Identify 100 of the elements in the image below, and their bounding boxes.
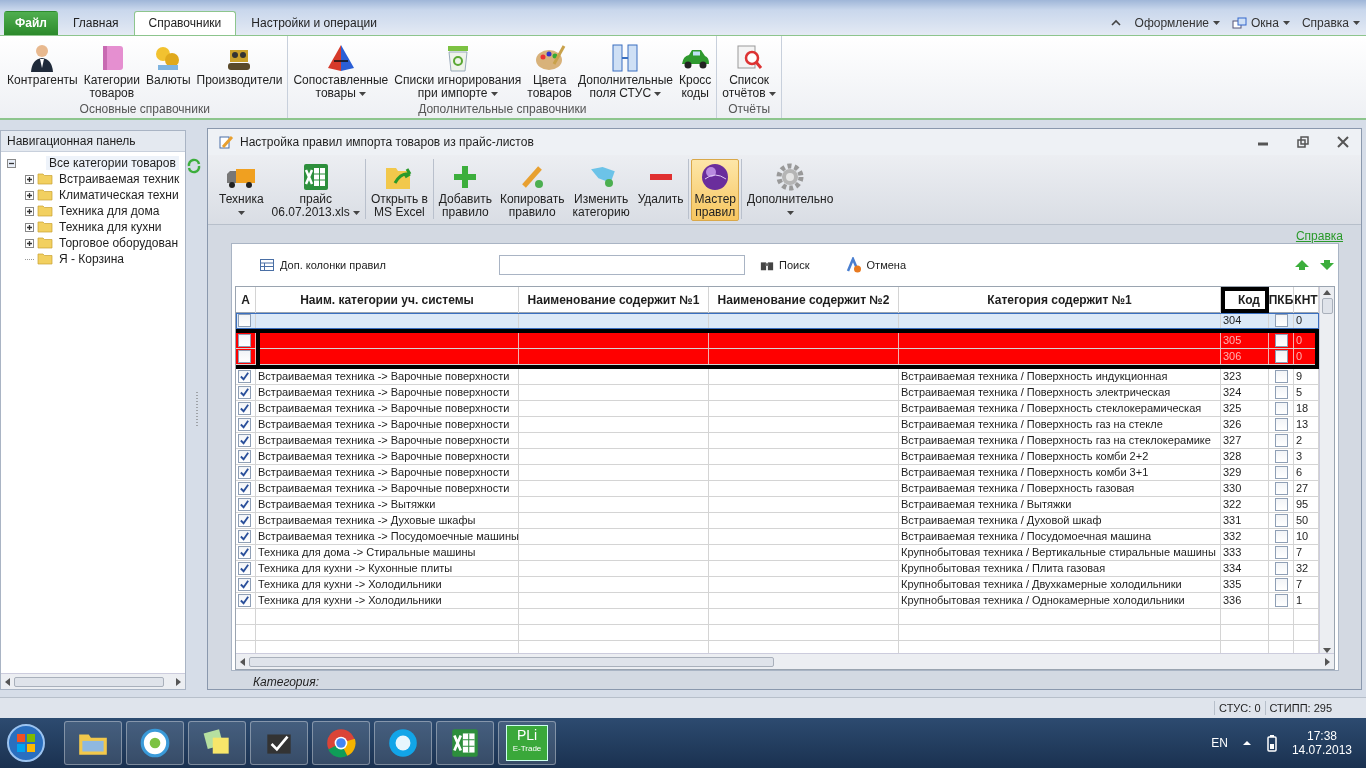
start-button[interactable] bbox=[6, 723, 46, 763]
ribbon-button[interactable]: Цвета товаров bbox=[524, 40, 575, 102]
checkbox[interactable] bbox=[1274, 482, 1288, 495]
checkbox[interactable] bbox=[238, 514, 251, 527]
tree-item[interactable]: Встраиваемая техник bbox=[56, 172, 183, 186]
collapse-icon[interactable] bbox=[7, 158, 16, 168]
toolbar-button[interactable]: прайс 06.07.2013.xls bbox=[268, 159, 363, 221]
checkbox[interactable] bbox=[238, 334, 251, 347]
checkbox[interactable] bbox=[1274, 350, 1288, 363]
search-field[interactable] bbox=[498, 255, 746, 275]
toolbar-button[interactable]: Открыть в MS Excel bbox=[368, 159, 431, 221]
checkbox[interactable] bbox=[238, 466, 251, 479]
table-cell: 335 bbox=[1221, 577, 1269, 592]
toolbar-button[interactable]: Копировать правило bbox=[496, 159, 568, 221]
restore-icon[interactable] bbox=[1295, 134, 1311, 150]
checkbox[interactable] bbox=[1274, 402, 1288, 415]
checkbox[interactable] bbox=[1274, 434, 1288, 447]
checkbox[interactable] bbox=[1274, 450, 1288, 463]
menu-tab[interactable]: Справочники bbox=[133, 11, 237, 35]
checkbox[interactable] bbox=[238, 314, 251, 327]
checkbox[interactable] bbox=[238, 350, 251, 363]
menu-dropdown[interactable]: Оформление bbox=[1128, 16, 1227, 35]
toolbar-button[interactable]: Добавить правило bbox=[435, 159, 495, 221]
ribbon-button[interactable]: Валюты bbox=[143, 40, 194, 102]
ribbon-button[interactable]: Сопоставленные товары bbox=[290, 40, 392, 102]
arrow-up-icon[interactable] bbox=[1294, 257, 1310, 273]
checkbox[interactable] bbox=[1274, 562, 1288, 575]
table-cell: 324 bbox=[1221, 385, 1269, 400]
checkbox[interactable] bbox=[1274, 530, 1288, 543]
checkbox[interactable] bbox=[1274, 386, 1288, 399]
tree-item[interactable]: Техника для дома bbox=[56, 204, 163, 218]
toolbar-button[interactable]: Мастер правил bbox=[691, 159, 739, 221]
ribbon-button[interactable]: Список отчётов bbox=[719, 40, 779, 102]
toolbar-button[interactable]: Удалить bbox=[634, 159, 687, 221]
taskbar-button[interactable] bbox=[436, 721, 494, 765]
checkbox[interactable] bbox=[1274, 578, 1288, 591]
scrollbar-thumb[interactable] bbox=[14, 676, 164, 687]
taskbar-button[interactable] bbox=[126, 721, 184, 765]
column-header[interactable]: Код bbox=[1221, 287, 1269, 313]
checkbox[interactable] bbox=[238, 530, 251, 543]
check-icon bbox=[239, 547, 250, 558]
toolbar-button[interactable]: Дополнительно bbox=[744, 159, 837, 221]
checkbox[interactable] bbox=[1274, 594, 1288, 607]
search-button[interactable]: Поиск bbox=[760, 258, 810, 272]
caret-icon bbox=[1282, 21, 1290, 25]
checkbox[interactable] bbox=[238, 562, 251, 575]
cancel-button[interactable]: Отмена bbox=[845, 257, 906, 273]
expand-icon[interactable] bbox=[25, 222, 34, 232]
checkbox[interactable] bbox=[238, 370, 251, 383]
ribbon-button[interactable]: Контрагенты bbox=[4, 40, 81, 102]
language-indicator[interactable]: EN bbox=[1211, 736, 1228, 750]
columns-button[interactable]: Доп. колонки правил bbox=[259, 257, 386, 273]
checkbox[interactable] bbox=[238, 594, 251, 607]
checkbox[interactable] bbox=[1274, 514, 1288, 527]
checkbox[interactable] bbox=[238, 482, 251, 495]
menu-dropdown[interactable]: Окна bbox=[1226, 16, 1296, 35]
tree-item[interactable]: Я - Корзина bbox=[56, 252, 128, 266]
ribbon-button[interactable]: Производители bbox=[193, 40, 286, 102]
checkbox[interactable] bbox=[238, 402, 251, 415]
expand-icon[interactable] bbox=[25, 206, 34, 216]
expand-icon[interactable] bbox=[25, 238, 34, 248]
ribbon-button[interactable]: Дополнительные поля СТУС bbox=[574, 40, 676, 102]
expand-icon[interactable] bbox=[25, 174, 34, 184]
scrollbar-thumb[interactable] bbox=[1321, 298, 1333, 314]
tree-item[interactable]: Все категории товаров bbox=[46, 156, 179, 170]
tree-item[interactable]: Климатическая техни bbox=[56, 188, 182, 202]
checkbox[interactable] bbox=[1274, 498, 1288, 511]
checkbox[interactable] bbox=[1274, 334, 1288, 347]
taskbar-button[interactable] bbox=[64, 721, 122, 765]
tree-item[interactable]: Техника для кухни bbox=[56, 220, 165, 234]
menu-dropdown[interactable]: Справка bbox=[1295, 16, 1366, 35]
taskbar-button[interactable] bbox=[312, 721, 370, 765]
checkbox[interactable] bbox=[238, 546, 251, 559]
checkbox[interactable] bbox=[238, 386, 251, 399]
checkbox[interactable] bbox=[1274, 466, 1288, 479]
tree-item[interactable]: Торговое оборудован bbox=[56, 236, 182, 250]
ribbon-button[interactable]: Списки игнорирования при импорте bbox=[391, 40, 525, 102]
scrollbar-thumb[interactable] bbox=[249, 656, 774, 667]
checkbox[interactable] bbox=[238, 434, 251, 447]
checkbox[interactable] bbox=[238, 578, 251, 591]
menu-tab[interactable]: Настройки и операции bbox=[236, 11, 392, 35]
taskbar-button[interactable] bbox=[250, 721, 308, 765]
expand-icon[interactable] bbox=[25, 190, 34, 200]
checkbox[interactable] bbox=[238, 450, 251, 463]
checkbox[interactable] bbox=[1274, 370, 1288, 383]
arrow-down-icon[interactable] bbox=[1319, 257, 1335, 273]
ribbon-button[interactable]: Кросс коды bbox=[675, 40, 715, 102]
taskbar-button[interactable] bbox=[374, 721, 432, 765]
checkbox[interactable] bbox=[1274, 546, 1288, 559]
checkbox[interactable] bbox=[1274, 418, 1288, 431]
table-cell: 330 bbox=[1221, 481, 1269, 496]
checkbox[interactable] bbox=[238, 498, 251, 511]
close-icon[interactable] bbox=[1335, 134, 1351, 150]
taskbar-button[interactable] bbox=[188, 721, 246, 765]
ribbon-button[interactable]: Категории товаров bbox=[80, 40, 143, 102]
toolbar-button[interactable]: Техника bbox=[216, 159, 267, 221]
checkbox[interactable] bbox=[1274, 314, 1288, 327]
menu-tab[interactable]: Главная bbox=[57, 11, 134, 35]
checkbox[interactable] bbox=[238, 418, 251, 431]
toolbar-button[interactable]: Изменить категорию bbox=[569, 159, 633, 221]
